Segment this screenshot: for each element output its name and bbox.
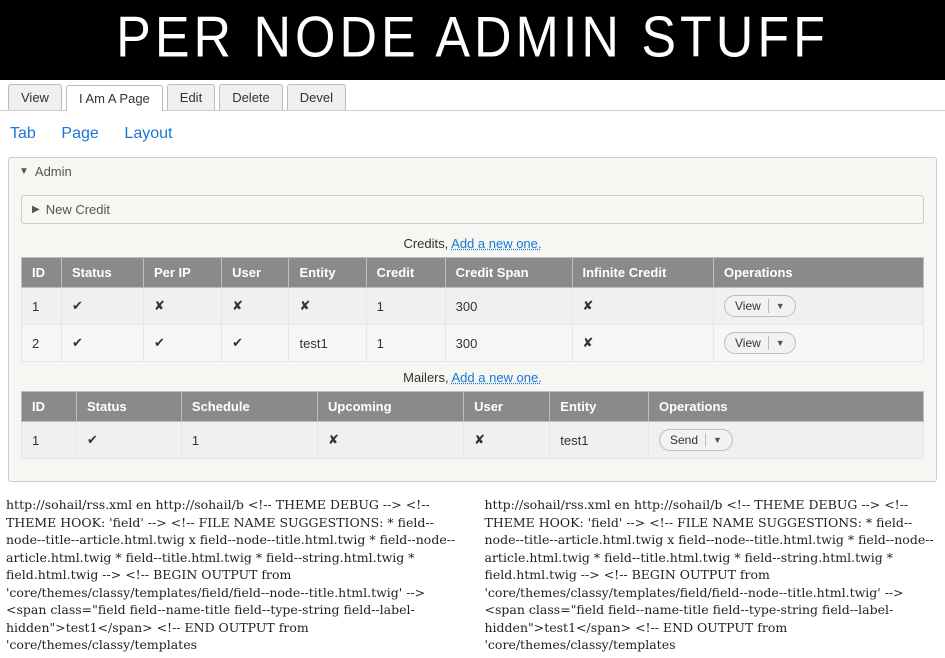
view-button[interactable]: View ▼ — [724, 295, 796, 317]
mailers-caption: Mailers, Add a new one. — [21, 370, 924, 385]
caret-down-icon: ▼ — [713, 435, 722, 445]
th-id: ID — [22, 392, 77, 422]
cell-id: 1 — [22, 422, 77, 459]
page-title: PER NODE ADMIN STUFF — [0, 5, 945, 71]
th-status: Status — [77, 392, 182, 422]
debug-output: http://sohail/rss.xml en http://sohail/b… — [0, 492, 945, 658]
mailers-table: ID Status Schedule Upcoming User Entity … — [21, 391, 924, 459]
th-perip: Per IP — [143, 258, 221, 288]
subtab-tab[interactable]: Tab — [10, 125, 36, 142]
th-user: User — [464, 392, 550, 422]
credits-caption: Credits, Add a new one. — [21, 236, 924, 251]
cell-ops: View ▼ — [714, 288, 924, 325]
cell-id: 1 — [22, 288, 62, 325]
tab-delete[interactable]: Delete — [219, 84, 283, 110]
th-status: Status — [62, 258, 144, 288]
cell-entity: test1 — [550, 422, 649, 459]
subtab-layout[interactable]: Layout — [124, 125, 172, 142]
debug-col-right: http://sohail/rss.xml en http://sohail/b… — [485, 496, 940, 654]
cell-ops: View ▼ — [714, 325, 924, 362]
sub-tabs: Tab Page Layout — [0, 111, 945, 157]
tab-view[interactable]: View — [8, 84, 62, 110]
cell-credit: 1 — [366, 288, 445, 325]
cell-entity: test1 — [289, 325, 366, 362]
caret-down-icon: ▼ — [776, 338, 785, 348]
table-row: 2 ✔ ✔ ✔ test1 1 300 ✘ View ▼ — [22, 325, 924, 362]
admin-panel-title: Admin — [35, 164, 72, 179]
admin-panel-toggle[interactable]: ▼ Admin — [9, 158, 936, 185]
th-user: User — [222, 258, 289, 288]
page-header: PER NODE ADMIN STUFF — [0, 0, 945, 80]
credits-table: ID Status Per IP User Entity Credit Cred… — [21, 257, 924, 362]
tab-devel[interactable]: Devel — [287, 84, 346, 110]
primary-tabs: View I Am A Page Edit Delete Devel — [0, 80, 945, 111]
th-id: ID — [22, 258, 62, 288]
cell-perip: ✔ — [143, 325, 221, 362]
cell-ops: Send ▼ — [649, 422, 924, 459]
cell-infinite: ✘ — [572, 325, 714, 362]
cell-user: ✘ — [222, 288, 289, 325]
credits-add-link[interactable]: Add a new one. — [451, 236, 541, 251]
subtab-page[interactable]: Page — [61, 125, 98, 142]
th-span: Credit Span — [445, 258, 572, 288]
mailers-add-link[interactable]: Add a new one. — [452, 370, 542, 385]
send-button[interactable]: Send ▼ — [659, 429, 733, 451]
debug-col-left: http://sohail/rss.xml en http://sohail/b… — [6, 496, 461, 654]
cell-status: ✔ — [62, 325, 144, 362]
cell-credit: 1 — [366, 325, 445, 362]
tab-edit[interactable]: Edit — [167, 84, 215, 110]
divider — [768, 299, 769, 313]
tab-i-am-a-page[interactable]: I Am A Page — [66, 85, 163, 111]
divider — [768, 336, 769, 350]
th-upcoming: Upcoming — [318, 392, 464, 422]
table-row: 1 ✔ ✘ ✘ ✘ 1 300 ✘ View ▼ — [22, 288, 924, 325]
cell-user: ✔ — [222, 325, 289, 362]
th-entity: Entity — [289, 258, 366, 288]
admin-panel: ▼ Admin ▶ New Credit Credits, Add a new … — [8, 157, 937, 482]
op-label: View — [735, 336, 761, 350]
op-label: Send — [670, 433, 698, 447]
view-button[interactable]: View ▼ — [724, 332, 796, 354]
cell-perip: ✘ — [143, 288, 221, 325]
cell-upcoming: ✘ — [318, 422, 464, 459]
divider — [705, 433, 706, 447]
th-ops: Operations — [714, 258, 924, 288]
th-entity: Entity — [550, 392, 649, 422]
th-ops: Operations — [649, 392, 924, 422]
th-credit: Credit — [366, 258, 445, 288]
cell-infinite: ✘ — [572, 288, 714, 325]
cell-span: 300 — [445, 325, 572, 362]
new-credit-panel: ▶ New Credit — [21, 195, 924, 224]
cell-schedule: 1 — [181, 422, 317, 459]
cell-entity: ✘ — [289, 288, 366, 325]
cell-user: ✘ — [464, 422, 550, 459]
credits-caption-text: Credits, — [403, 236, 451, 251]
op-label: View — [735, 299, 761, 313]
cell-status: ✔ — [62, 288, 144, 325]
new-credit-toggle[interactable]: ▶ New Credit — [22, 196, 923, 223]
table-row: 1 ✔ 1 ✘ ✘ test1 Send ▼ — [22, 422, 924, 459]
caret-down-icon: ▼ — [776, 301, 785, 311]
th-schedule: Schedule — [181, 392, 317, 422]
chevron-down-icon: ▼ — [19, 166, 29, 177]
th-infinite: Infinite Credit — [572, 258, 714, 288]
cell-id: 2 — [22, 325, 62, 362]
mailers-caption-text: Mailers, — [403, 370, 451, 385]
chevron-right-icon: ▶ — [32, 204, 40, 215]
cell-span: 300 — [445, 288, 572, 325]
new-credit-label: New Credit — [46, 202, 110, 217]
cell-status: ✔ — [77, 422, 182, 459]
